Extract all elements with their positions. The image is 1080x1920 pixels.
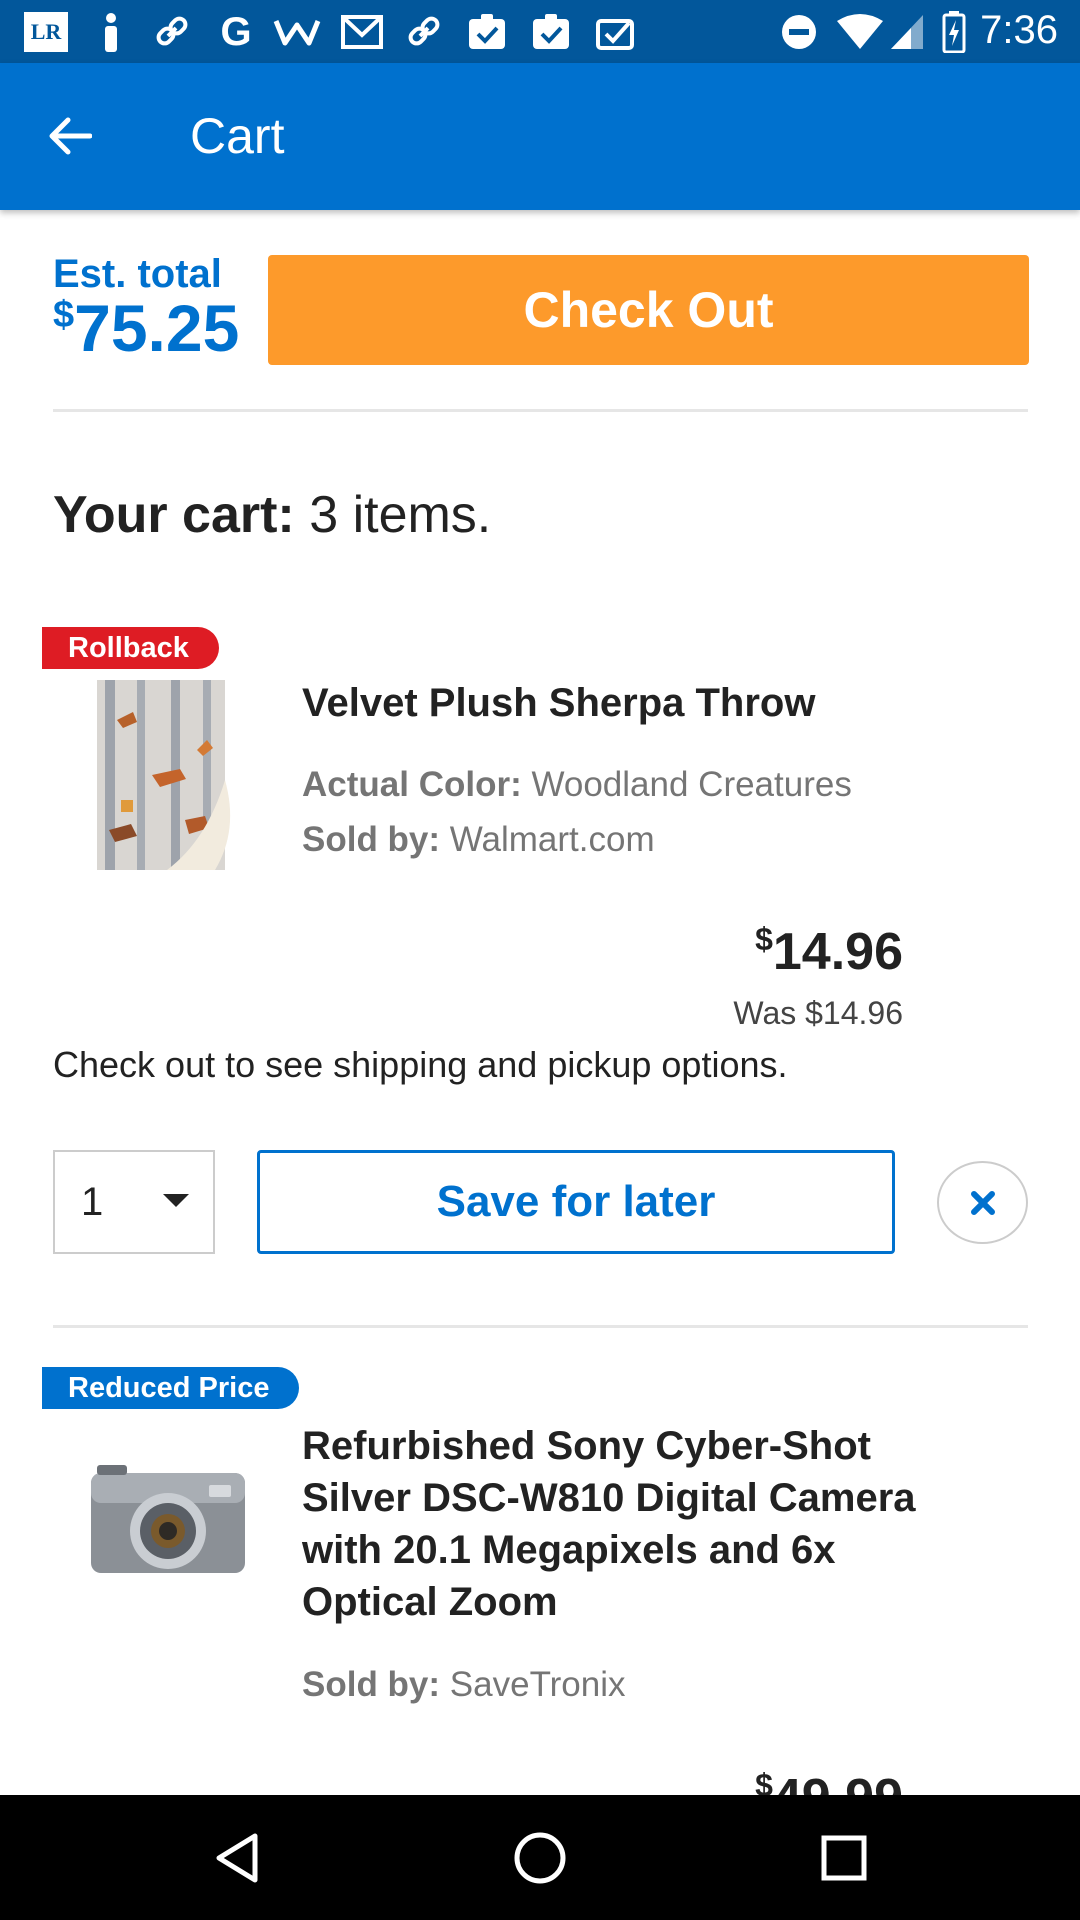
- currency-symbol: $: [755, 921, 773, 957]
- cart-count-text: 3 items.: [309, 486, 492, 544]
- back-button[interactable]: [40, 106, 100, 166]
- lr-app-icon: LR: [24, 12, 68, 52]
- est-total-value: $75.25: [53, 295, 239, 361]
- color-label: Actual Color:: [302, 765, 522, 804]
- title-line: Optical Zoom: [302, 1580, 558, 1624]
- google-icon: G: [220, 9, 252, 54]
- status-bar: LR G 7:36: [0, 0, 1080, 63]
- quantity-select[interactable]: 1: [53, 1150, 215, 1254]
- price-amount: 14.96: [772, 923, 903, 981]
- color-value: Woodland Creatures: [531, 765, 852, 804]
- checkout-button[interactable]: Check Out: [268, 255, 1029, 365]
- title-line: Silver DSC-W810 Digital Camera: [302, 1476, 916, 1520]
- lr-app-label: LR: [30, 19, 62, 44]
- person-icon: [96, 12, 126, 52]
- sold-by-label: Sold by:: [302, 1665, 441, 1704]
- link-icon: [152, 12, 192, 52]
- item-title[interactable]: Velvet Plush Sherpa Throw: [302, 677, 942, 729]
- cart-count-label: Your cart:: [53, 486, 295, 544]
- quantity-value: 1: [81, 1180, 104, 1224]
- cart-count: Your cart: 3 items.: [53, 485, 491, 545]
- nav-back-icon: [216, 1833, 258, 1883]
- cell-signal-icon: [888, 12, 926, 52]
- sold-by-label: Sold by:: [302, 820, 441, 859]
- do-not-disturb-icon: [778, 12, 820, 52]
- page-title: Cart: [190, 108, 285, 164]
- product-image-throw[interactable]: [97, 680, 239, 872]
- title-line: with 20.1 Megapixels and 6x: [302, 1528, 836, 1572]
- reduced-price-badge: Reduced Price: [42, 1367, 300, 1409]
- was-price: Was $14.96: [733, 995, 903, 1031]
- wifi-icon: [834, 12, 886, 52]
- nav-recents-icon: [821, 1835, 867, 1881]
- title-line: Refurbished Sony Cyber-Shot: [302, 1424, 871, 1468]
- product-image-camera[interactable]: [83, 1455, 253, 1595]
- screen: LR G 7:36 Cart Est. total $75.25 Check O…: [0, 0, 1080, 1920]
- task-icon: [466, 12, 508, 52]
- item-price: $14.96: [755, 922, 903, 982]
- app-bar: Cart: [0, 63, 1080, 210]
- system-nav-bar: [0, 1795, 1080, 1920]
- seller-name: Walmart.com: [449, 820, 655, 859]
- rollback-badge: Rollback: [42, 627, 219, 669]
- task-icon: [530, 12, 572, 52]
- item-seller: Sold by: Walmart.com: [302, 820, 655, 860]
- item-seller: Sold by: SaveTronix: [302, 1665, 626, 1705]
- nav-home-icon: [514, 1832, 566, 1884]
- item-title[interactable]: Refurbished Sony Cyber-Shot Silver DSC-W…: [302, 1420, 942, 1628]
- divider: [53, 409, 1028, 412]
- seller-name: SaveTronix: [449, 1665, 626, 1704]
- nav-home-button[interactable]: [509, 1827, 571, 1889]
- shipping-note: Check out to see shipping and pickup opt…: [53, 1044, 788, 1085]
- divider: [53, 1325, 1028, 1328]
- currency-symbol: $: [53, 294, 75, 336]
- item-color: Actual Color: Woodland Creatures: [302, 765, 852, 805]
- save-for-later-button[interactable]: Save for later: [257, 1150, 895, 1254]
- nav-back-button[interactable]: [206, 1827, 268, 1889]
- mail-icon: [340, 12, 384, 52]
- est-total-amount: 75.25: [74, 291, 240, 365]
- close-icon: [970, 1190, 995, 1215]
- caret-down-icon: [163, 1194, 189, 1207]
- link-icon: [404, 12, 444, 52]
- clock: 7:36: [980, 8, 1058, 52]
- arrow-back-icon: [49, 117, 92, 155]
- w-app-icon: [272, 12, 322, 52]
- nav-recents-button[interactable]: [813, 1827, 875, 1889]
- battery-icon: [940, 11, 968, 53]
- remove-item-button[interactable]: [937, 1161, 1028, 1244]
- task-icon: [594, 12, 636, 52]
